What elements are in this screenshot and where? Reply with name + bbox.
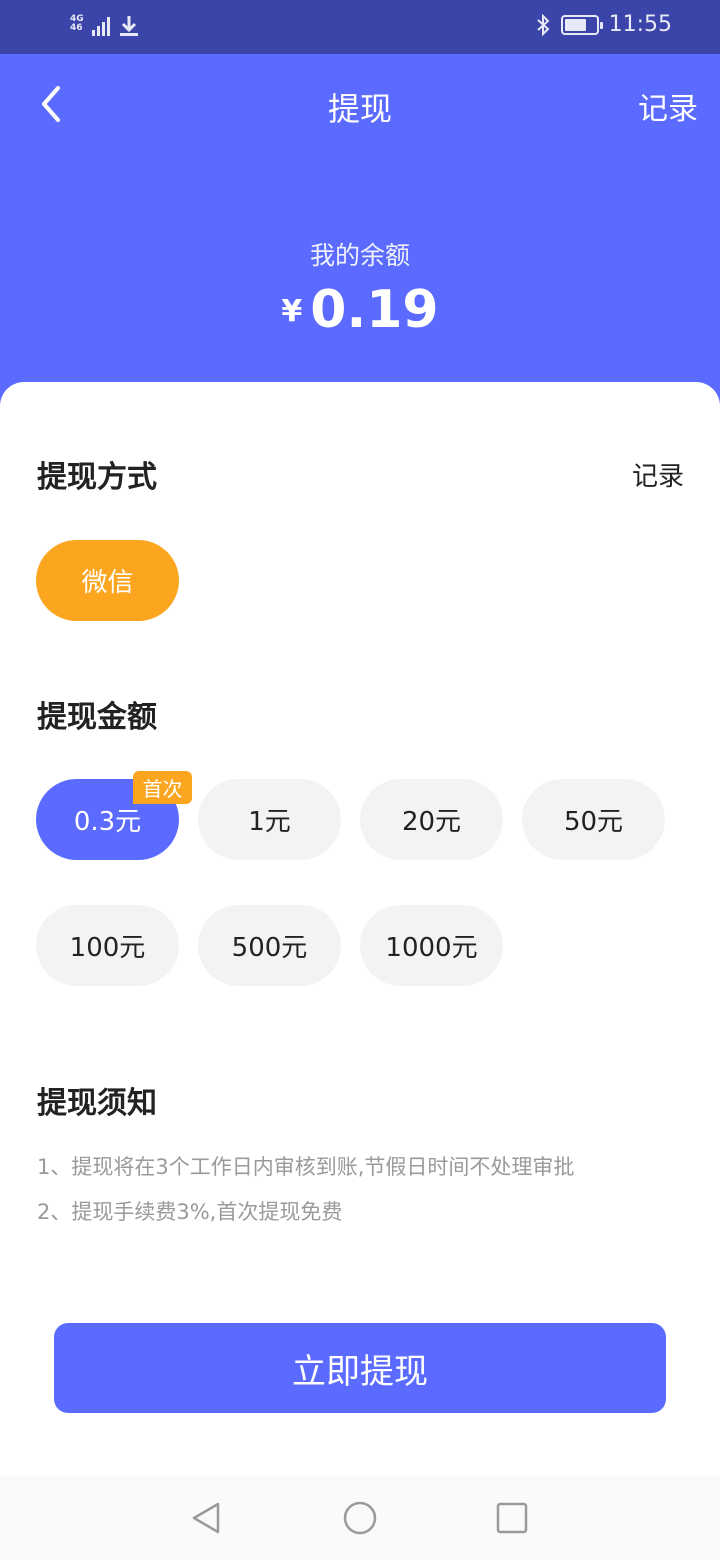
method-wechat-label: 微信 <box>81 568 134 598</box>
nav-recents-button[interactable] <box>494 1500 530 1536</box>
network-type-icon: 4G 46 <box>70 14 84 33</box>
withdraw-method-title: 提现方式 <box>37 460 157 495</box>
balance-amount: ¥0.19 <box>0 280 720 340</box>
status-left: 4G 46 <box>70 14 140 38</box>
amount-option-50[interactable]: 50元 <box>522 779 665 860</box>
amount-option-20[interactable]: 20元 <box>360 779 503 860</box>
amount-option-label: 0.3元 <box>73 807 142 837</box>
header-record-link[interactable]: 记录 <box>638 84 698 128</box>
status-time: 11:55 <box>608 12 672 37</box>
withdraw-amount-title: 提现金额 <box>37 700 157 735</box>
status-right: 11:55 <box>535 12 672 37</box>
square-recents-icon <box>496 1502 528 1534</box>
battery-icon <box>560 14 603 35</box>
circle-home-icon <box>343 1501 377 1535</box>
amount-option-label: 50元 <box>563 807 624 837</box>
page-title: 提现 <box>327 90 392 128</box>
amount-option-label: 1元 <box>248 807 291 837</box>
amount-option-label: 1000元 <box>385 933 478 963</box>
balance-value: 0.19 <box>310 280 439 340</box>
notice-line-1: 1、提现将在3个工作日内审核到账,节假日时间不处理审批 <box>37 1155 575 1179</box>
nav-back-button[interactable] <box>188 1500 224 1536</box>
triangle-back-icon <box>192 1502 220 1534</box>
withdraw-now-button[interactable]: 立即提现 <box>54 1323 666 1413</box>
method-record-link[interactable]: 记录 <box>632 456 684 493</box>
download-icon <box>120 16 138 36</box>
withdraw-now-label: 立即提现 <box>292 1351 428 1392</box>
notice-line-2: 2、提现手续费3%,首次提现免费 <box>37 1200 343 1224</box>
notice-title: 提现须知 <box>37 1086 157 1121</box>
amount-option-500[interactable]: 500元 <box>198 905 341 986</box>
amount-option-1000[interactable]: 1000元 <box>360 905 503 986</box>
amount-option-1[interactable]: 1元 <box>198 779 341 860</box>
currency-symbol: ¥ <box>281 294 303 329</box>
status-bar: 4G 46 11:55 <box>0 0 720 54</box>
amount-option-100[interactable]: 100元 <box>36 905 179 986</box>
system-nav-bar <box>0 1476 720 1560</box>
amount-option-label: 100元 <box>69 933 146 963</box>
amount-option-label: 500元 <box>231 933 308 963</box>
withdraw-card: 提现方式 记录 微信 提现金额 0.3元 首次 1元 20元 50元 100元 … <box>0 382 720 1476</box>
amount-option-label: 20元 <box>401 807 462 837</box>
method-wechat-button[interactable]: 微信 <box>36 540 179 621</box>
nav-home-button[interactable] <box>342 1500 378 1536</box>
signal-icon <box>92 16 110 36</box>
first-time-badge: 首次 <box>133 771 192 804</box>
balance-label: 我的余额 <box>309 241 410 270</box>
bluetooth-icon <box>536 13 550 36</box>
header: 提现 记录 我的余额 ¥0.19 <box>0 54 720 414</box>
